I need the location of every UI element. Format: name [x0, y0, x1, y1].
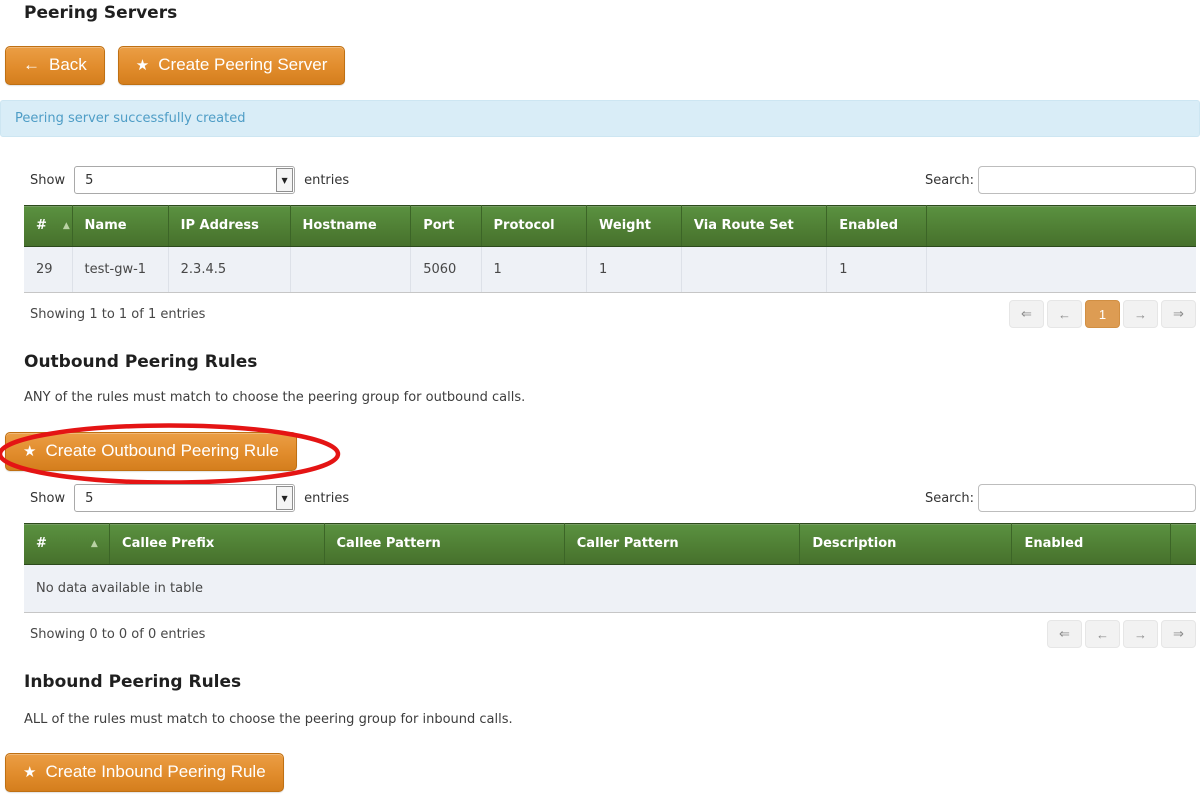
entries-label: entries: [304, 173, 349, 188]
column-header-protocol[interactable]: Protocol: [481, 206, 586, 247]
column-header-ip-address[interactable]: IP Address: [168, 206, 290, 247]
cell-actions: [926, 247, 1196, 293]
search-label: Search:: [925, 491, 974, 506]
pagination-next-button[interactable]: →: [1123, 620, 1158, 648]
chevron-down-icon[interactable]: ▼: [276, 486, 293, 510]
search-input[interactable]: [978, 166, 1196, 194]
cell-name: test-gw-1: [72, 247, 168, 293]
pagination-page-1-button[interactable]: 1: [1085, 300, 1120, 328]
search-label: Search:: [925, 173, 974, 188]
column-header-enabled[interactable]: Enabled: [1012, 524, 1170, 565]
outbound-rules-heading: Outbound Peering Rules: [24, 352, 1200, 372]
pagination-last-button[interactable]: ⇒: [1161, 300, 1196, 328]
create-peering-server-button[interactable]: ★ Create Peering Server: [118, 46, 346, 85]
column-header-name[interactable]: Name: [72, 206, 168, 247]
chevron-down-icon[interactable]: ▼: [276, 168, 293, 192]
star-icon: ★: [136, 58, 149, 73]
pagination-first-button[interactable]: ⇐: [1009, 300, 1044, 328]
peering-servers-section: Show 5 ▼ entries Search: #▲ Name IP Addr…: [24, 166, 1196, 328]
showing-entries-text: Showing 0 to 0 of 0 entries: [30, 627, 205, 642]
pagination: ⇐ ← → ⇒: [1047, 620, 1196, 648]
create-inbound-peering-rule-label: Create Inbound Peering Rule: [45, 762, 265, 782]
outbound-rules-description: ANY of the rules must match to choose th…: [24, 390, 1200, 405]
table-row[interactable]: 29 test-gw-1 2.3.4.5 5060 1 1 1: [24, 247, 1196, 293]
create-peering-server-label: Create Peering Server: [158, 55, 327, 75]
success-banner-text: Peering server successfully created: [15, 111, 245, 126]
back-button[interactable]: ← Back: [5, 46, 105, 85]
table-header-row: #▲ Name IP Address Hostname Port Protoco…: [24, 206, 1196, 247]
cell-port: 5060: [411, 247, 481, 293]
page-size-select[interactable]: 5 ▼: [74, 166, 295, 194]
cell-protocol: 1: [481, 247, 586, 293]
column-header-hostname[interactable]: Hostname: [290, 206, 411, 247]
entries-label: entries: [304, 491, 349, 506]
pagination-prev-button[interactable]: ←: [1047, 300, 1082, 328]
showing-entries-text: Showing 1 to 1 of 1 entries: [30, 307, 205, 322]
column-header-enabled[interactable]: Enabled: [827, 206, 927, 247]
table-header-row: #▲ Callee Prefix Callee Pattern Caller P…: [24, 524, 1196, 565]
show-label: Show: [30, 491, 65, 506]
column-header-actions: [1170, 524, 1196, 565]
pagination-next-button[interactable]: →: [1123, 300, 1158, 328]
column-header-callee-prefix[interactable]: Callee Prefix: [110, 524, 324, 565]
create-outbound-peering-rule-label: Create Outbound Peering Rule: [45, 441, 278, 461]
success-banner: Peering server successfully created: [0, 100, 1200, 137]
cell-enabled: 1: [827, 247, 927, 293]
page-size-select[interactable]: 5 ▼: [74, 484, 295, 512]
pagination: ⇐ ← 1 → ⇒: [1009, 300, 1196, 328]
column-header-port[interactable]: Port: [411, 206, 481, 247]
star-icon: ★: [23, 444, 36, 459]
search-input[interactable]: [978, 484, 1196, 512]
column-header-id[interactable]: #▲: [24, 524, 110, 565]
cell-via-route-set: [681, 247, 826, 293]
toolbar: ← Back ★ Create Peering Server: [5, 46, 1200, 85]
sort-asc-icon: ▲: [91, 539, 98, 549]
peering-servers-table: #▲ Name IP Address Hostname Port Protoco…: [24, 205, 1196, 293]
column-header-actions: [926, 206, 1196, 247]
pagination-prev-button[interactable]: ←: [1085, 620, 1120, 648]
inbound-rules-heading: Inbound Peering Rules: [24, 672, 1200, 692]
pagination-last-button[interactable]: ⇒: [1161, 620, 1196, 648]
page-size-value: 5: [85, 173, 93, 188]
create-inbound-peering-rule-button[interactable]: ★ Create Inbound Peering Rule: [5, 753, 284, 792]
no-data-message: No data available in table: [24, 565, 1196, 613]
page-title: Peering Servers: [24, 3, 1200, 23]
pagination-first-button[interactable]: ⇐: [1047, 620, 1082, 648]
back-button-label: Back: [49, 55, 87, 75]
column-header-description[interactable]: Description: [800, 524, 1012, 565]
column-header-caller-pattern[interactable]: Caller Pattern: [564, 524, 800, 565]
outbound-create-wrap: ★ Create Outbound Peering Rule: [5, 432, 297, 471]
show-label: Show: [30, 173, 65, 188]
column-header-via-route-set[interactable]: Via Route Set: [681, 206, 826, 247]
create-outbound-peering-rule-button[interactable]: ★ Create Outbound Peering Rule: [5, 432, 297, 471]
sort-asc-icon: ▲: [63, 221, 70, 231]
cell-hostname: [290, 247, 411, 293]
outbound-rules-section: Show 5 ▼ entries Search: #▲ Callee Prefi…: [24, 484, 1196, 648]
cell-id: 29: [24, 247, 72, 293]
star-icon: ★: [23, 765, 36, 780]
cell-weight: 1: [587, 247, 682, 293]
back-arrow-icon: ←: [23, 55, 40, 75]
page-size-value: 5: [85, 491, 93, 506]
inbound-rules-description: ALL of the rules must match to choose th…: [24, 712, 1200, 727]
empty-table-row: No data available in table: [24, 565, 1196, 613]
outbound-rules-table: #▲ Callee Prefix Callee Pattern Caller P…: [24, 523, 1196, 613]
column-header-weight[interactable]: Weight: [587, 206, 682, 247]
cell-ip-address: 2.3.4.5: [168, 247, 290, 293]
column-header-callee-pattern[interactable]: Callee Pattern: [324, 524, 564, 565]
column-header-id[interactable]: #▲: [24, 206, 72, 247]
